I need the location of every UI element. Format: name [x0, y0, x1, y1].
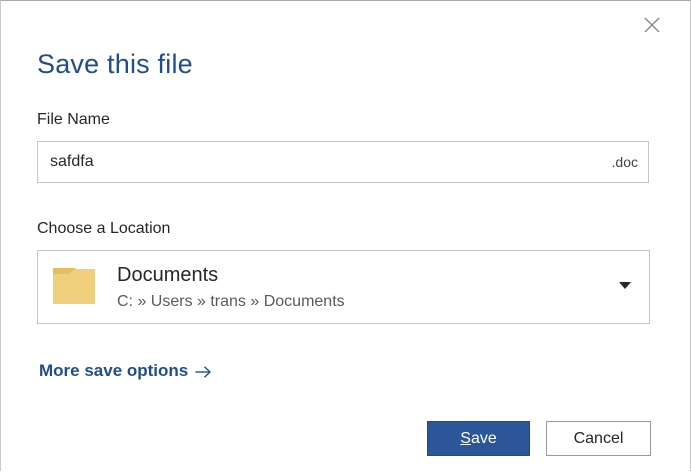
cancel-button-label: Cancel: [573, 429, 624, 447]
location-name: Documents: [117, 264, 219, 286]
save-button-label: ave: [470, 429, 497, 447]
close-button[interactable]: [636, 9, 668, 41]
save-dialog: Save this file File Name .doc Choose a L…: [0, 0, 691, 471]
more-save-options-link[interactable]: More save options: [39, 361, 212, 381]
file-name-label: File Name: [37, 111, 110, 128]
dialog-title: Save this file: [37, 49, 193, 79]
save-accelerator-key: S: [460, 429, 471, 447]
close-icon: [644, 17, 660, 33]
more-save-options-label: More save options: [39, 361, 189, 380]
save-button[interactable]: Save: [427, 421, 530, 456]
file-extension: .doc: [611, 154, 638, 170]
caret-down-icon[interactable]: [619, 282, 631, 290]
arrow-right-icon: [195, 365, 212, 378]
folder-icon: [53, 268, 95, 304]
cancel-button[interactable]: Cancel: [546, 421, 651, 456]
location-label: Choose a Location: [37, 220, 171, 237]
file-name-input[interactable]: [38, 142, 612, 182]
location-path: C: » Users » trans » Documents: [117, 293, 345, 310]
file-name-field[interactable]: .doc: [37, 141, 649, 183]
location-picker[interactable]: Documents C: » Users » trans » Documents: [37, 250, 650, 324]
